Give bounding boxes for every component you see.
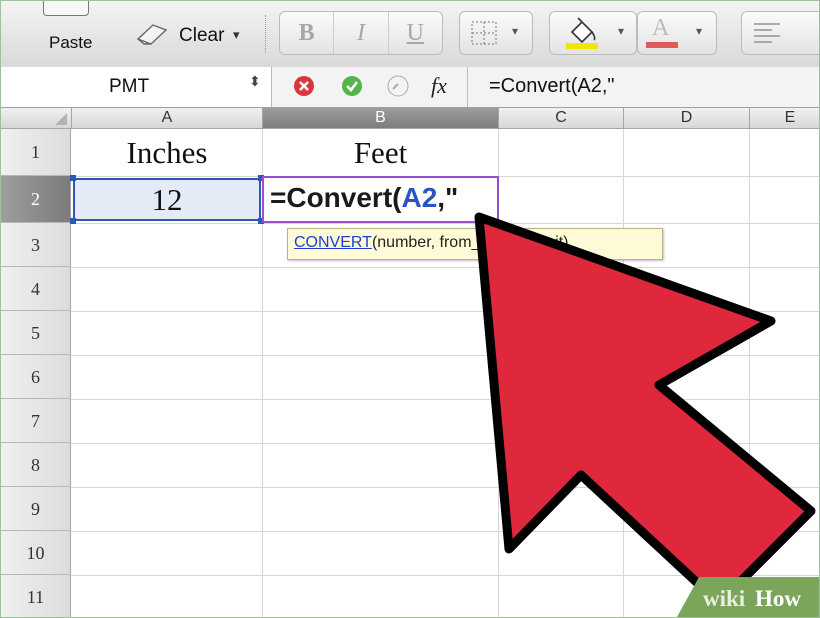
clear-label: Clear [179,25,225,46]
chevron-down-icon[interactable]: ▾ [512,24,518,38]
eraser-icon [136,24,168,45]
fx-icon[interactable]: fx [431,73,447,99]
watermark-how-text: How [755,586,801,611]
formula-bar: PMT ⬍ fx =Convert(A2," [1,67,819,108]
cell-b1[interactable]: Feet [263,135,498,171]
row-header-4[interactable]: 4 [1,267,71,311]
toolbar: Paste Clear ▾ B I U ▾ ▾ A ▾ [1,1,819,68]
gridline [71,443,819,444]
toolbar-divider [265,15,266,53]
selection-handle[interactable] [70,218,76,224]
paste-button[interactable]: Paste [35,1,107,61]
font-color-swatch-icon [646,42,678,48]
function-tooltip: CONVERT(number, from_unit, to_unit) [287,228,663,260]
font-color-letter: A [652,15,670,41]
row-header-11[interactable]: 11 [1,575,71,617]
text-format-group: B I U [279,11,443,55]
gridline [71,575,819,576]
spreadsheet-window: Paste Clear ▾ B I U ▾ ▾ A ▾ PMT ⬍ fx =Co… [0,0,820,618]
cell-b2-formula: =Convert(A2," [270,182,458,214]
gridline [71,355,819,356]
wikihow-watermark: wiki How [677,577,819,617]
formula-prefix: =Convert( [270,182,402,213]
italic-button[interactable]: I [334,12,389,54]
gridline [749,129,750,617]
column-header-a[interactable]: A [72,108,263,129]
borders-button[interactable]: ▾ [459,11,533,55]
chevron-down-icon[interactable]: ▾ [618,24,624,38]
column-header-d[interactable]: D [624,108,750,129]
clear-button[interactable]: Clear ▾ [131,19,251,53]
row-header-2[interactable]: 2 [1,176,71,223]
fill-color-button[interactable]: ▾ [549,11,637,55]
sheet-grid: A B C D E 1 2 3 4 5 6 7 8 9 10 11 Inches… [1,108,819,617]
function-arguments: (number, from_unit, to_unit) [371,234,569,251]
name-box-value: PMT [109,76,150,97]
gridline [71,311,819,312]
formula-input[interactable]: =Convert(A2," [489,75,615,98]
cell-b2-editing[interactable]: =Convert(A2," [262,176,499,223]
name-box[interactable]: PMT ⬍ [1,67,272,107]
bold-button[interactable]: B [280,12,335,54]
column-header-c[interactable]: C [499,108,624,129]
formula-cell-reference: A2 [401,182,438,213]
cell-a2[interactable]: 12 [73,182,261,218]
chevron-down-icon[interactable]: ▾ [233,27,240,43]
row-header-7[interactable]: 7 [1,399,71,443]
gridline [623,129,624,617]
selection-handle[interactable] [70,175,76,181]
gridline [71,223,819,224]
row-header-8[interactable]: 8 [1,443,71,487]
gridline [71,267,819,268]
gridline [71,531,819,532]
watermark-wiki-text: wiki [703,586,746,611]
align-left-button[interactable] [741,11,819,55]
gridline [71,399,819,400]
row-header-9[interactable]: 9 [1,487,71,531]
borders-icon [471,21,497,45]
row-header-6[interactable]: 6 [1,355,71,399]
underline-button[interactable]: U [389,12,442,54]
row-header-10[interactable]: 10 [1,531,71,575]
column-header-b[interactable]: B [263,108,499,129]
font-color-button[interactable]: A ▾ [637,11,717,55]
chevron-down-icon[interactable]: ▾ [696,24,702,38]
align-left-icon [754,23,780,43]
enter-formula-icon[interactable] [341,75,363,97]
clipboard-icon [43,1,89,16]
paint-bucket-icon [566,17,598,49]
row-header-3[interactable]: 3 [1,223,71,267]
select-all-corner[interactable] [1,108,72,129]
row-header-1[interactable]: 1 [1,129,71,176]
function-wizard-icon[interactable] [387,75,409,97]
function-help-link[interactable]: CONVERT [294,234,372,251]
select-all-icon [55,113,67,125]
paste-label: Paste [49,33,93,52]
gridline [71,487,819,488]
column-header-e[interactable]: E [750,108,819,129]
formula-suffix: ," [437,182,459,213]
formula-bar-divider [467,67,468,107]
cancel-formula-icon[interactable] [293,75,315,97]
row-header-5[interactable]: 5 [1,311,71,355]
cell-a1[interactable]: Inches [73,135,261,171]
name-box-stepper-icon[interactable]: ⬍ [249,74,261,88]
